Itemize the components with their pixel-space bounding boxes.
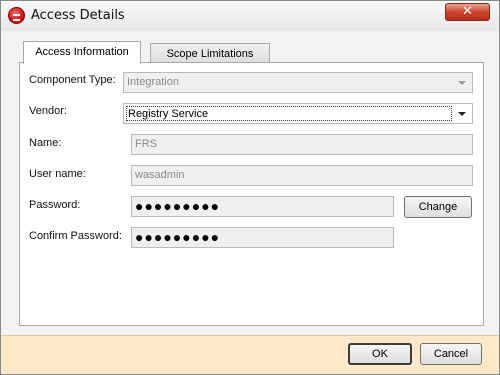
component-type-label: Component Type: (29, 74, 116, 86)
tab-access-information[interactable]: Access Information (23, 41, 141, 64)
component-type-value: Integration (127, 76, 179, 88)
ok-button[interactable]: OK (348, 343, 412, 365)
close-button[interactable]: ✕ (445, 3, 490, 21)
name-label: Name: (29, 137, 62, 149)
password-field[interactable]: ●●●●●●●●● (131, 196, 394, 217)
vendor-value: Registry Service (128, 108, 209, 120)
cancel-button[interactable]: Cancel (420, 343, 482, 365)
user-name-value: wasadmin (135, 169, 185, 181)
user-name-label: User name: (29, 168, 86, 180)
name-value: FRS (135, 138, 157, 150)
password-label: Password: (29, 199, 81, 211)
window-title: Access Details (31, 8, 125, 23)
change-password-button[interactable]: Change (404, 196, 472, 218)
vendor-select[interactable]: Registry Service (123, 103, 473, 124)
chevron-down-icon (458, 112, 466, 116)
access-information-panel (19, 62, 484, 326)
chevron-down-icon (458, 81, 466, 85)
dialog-footer: OK Cancel (1, 335, 499, 374)
confirm-password-field[interactable]: ●●●●●●●●● (131, 227, 394, 248)
user-name-field[interactable]: wasadmin (131, 165, 473, 186)
app-logo-icon (8, 7, 25, 24)
access-details-dialog: Access Details ✕ Access Information Scop… (0, 0, 500, 375)
confirm-password-label: Confirm Password: (29, 230, 122, 242)
confirm-password-value: ●●●●●●●●● (135, 229, 221, 245)
vendor-focus-rect: Registry Service (126, 106, 452, 121)
name-field[interactable]: FRS (131, 134, 473, 155)
title-bar: Access Details ✕ (1, 1, 499, 31)
vendor-label: Vendor: (29, 105, 67, 117)
component-type-select[interactable]: Integration (123, 72, 473, 93)
password-value: ●●●●●●●●● (135, 198, 221, 214)
